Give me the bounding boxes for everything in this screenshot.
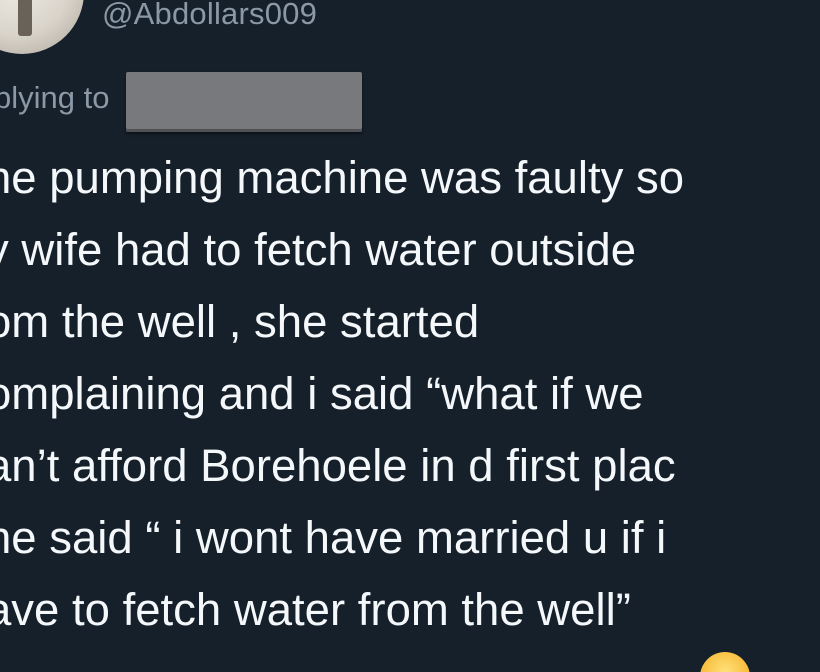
tweet-text-line: he said “ i wont have married u if i — [0, 512, 667, 563]
redacted-username — [126, 72, 362, 132]
tweet-text-line: omplaining and i said “what if we — [0, 368, 644, 419]
tweet-body: he pumping machine was faulty so y wife … — [0, 146, 684, 650]
tweet-screenshot: @Abdollars009 plying to he pumping machi… — [0, 0, 820, 672]
avatar[interactable] — [0, 0, 84, 54]
avatar-figure — [18, 0, 32, 36]
tweet-text-line: y wife had to fetch water outside — [0, 224, 636, 275]
replying-to-label: plying to — [0, 80, 110, 115]
laughing-emoji-icon — [700, 652, 750, 672]
tweet-text-line: ave to fetch water from the well” — [0, 584, 631, 635]
user-handle[interactable]: @Abdollars009 — [102, 0, 317, 34]
tweet-text-line: he pumping machine was faulty so — [0, 152, 685, 203]
tweet-text-line: om the well , she started — [0, 296, 480, 347]
tweet-text-line: an’t afford Borehoele in d first plac — [0, 440, 676, 491]
